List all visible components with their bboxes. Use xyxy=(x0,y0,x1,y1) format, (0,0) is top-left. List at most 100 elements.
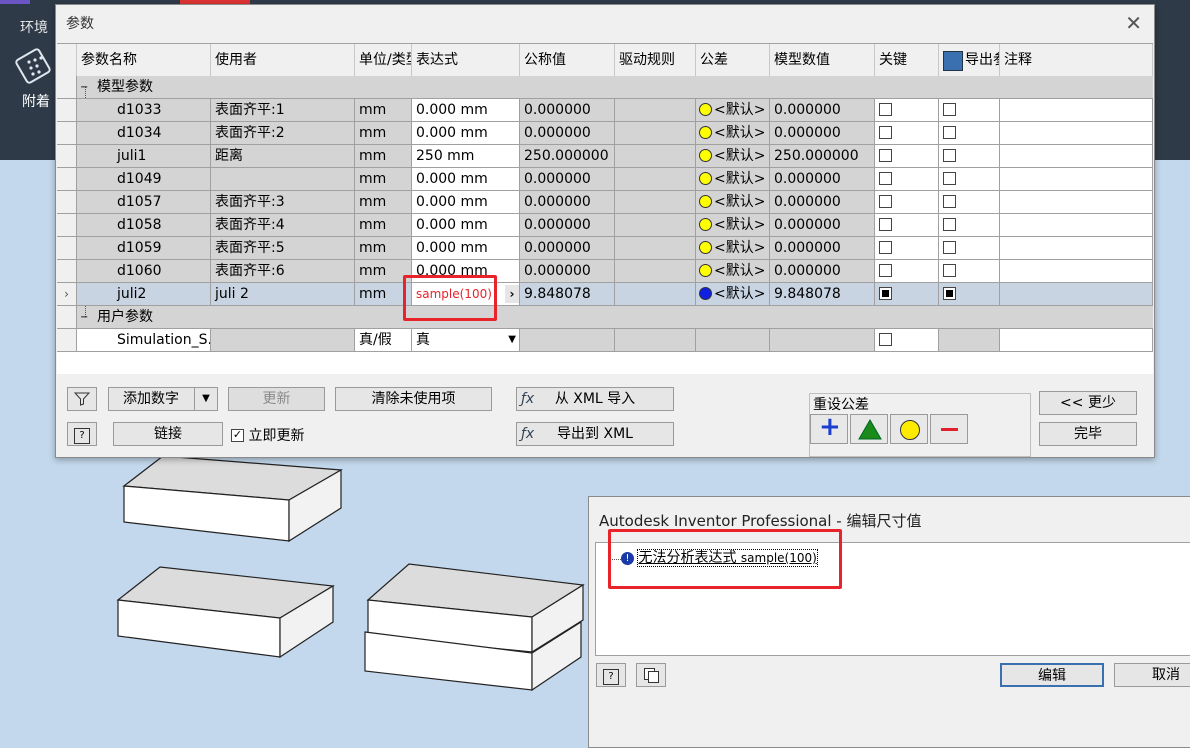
param-name[interactable]: d1033 xyxy=(77,99,211,121)
param-driving-rule[interactable] xyxy=(615,122,696,144)
param-model-value[interactable]: 0.000000 xyxy=(770,191,875,213)
param-export-checkbox[interactable] xyxy=(939,283,1000,305)
section-model-params[interactable]: − 模型参数 xyxy=(57,76,1153,99)
dropdown-arrow-icon[interactable]: ▼ xyxy=(194,388,217,410)
param-expression[interactable]: 0.000 mm xyxy=(412,237,520,259)
col-header-tolerance[interactable]: 公差 xyxy=(696,44,770,76)
table-row[interactable]: d1033 表面齐平:1 mm 0.000 mm 0.000000 <默认> 0… xyxy=(57,99,1153,122)
param-comment[interactable] xyxy=(1000,168,1153,190)
param-tolerance[interactable]: <默认> xyxy=(696,168,770,190)
error-help-button[interactable]: ? xyxy=(596,663,626,687)
param-comment[interactable] xyxy=(1000,99,1153,121)
copy-button[interactable] xyxy=(636,663,666,687)
param-export-checkbox[interactable] xyxy=(939,122,1000,144)
param-key-checkbox[interactable] xyxy=(875,99,939,121)
param-consumer[interactable]: 表面齐平:4 xyxy=(211,214,355,236)
update-button[interactable]: 更新 xyxy=(228,387,325,411)
param-key-checkbox[interactable] xyxy=(875,214,939,236)
export-xml-button[interactable]: ƒx 导出到 XML xyxy=(516,422,674,446)
col-header-name[interactable]: 参数名称 xyxy=(77,44,211,76)
table-row[interactable]: d1058 表面齐平:4 mm 0.000 mm 0.000000 <默认> 0… xyxy=(57,214,1153,237)
param-consumer[interactable]: 表面齐平:6 xyxy=(211,260,355,282)
param-model-value[interactable]: 250.000000 xyxy=(770,145,875,167)
param-comment[interactable] xyxy=(1000,329,1153,351)
param-driving-rule[interactable] xyxy=(615,329,696,351)
param-export-checkbox[interactable] xyxy=(939,168,1000,190)
param-driving-rule[interactable] xyxy=(615,260,696,282)
param-comment[interactable] xyxy=(1000,122,1153,144)
param-name[interactable]: juli2 xyxy=(77,283,211,305)
param-name[interactable]: d1049 xyxy=(77,168,211,190)
param-nominal[interactable]: 0.000000 xyxy=(520,191,615,213)
param-expression[interactable]: 0.000 mm xyxy=(412,168,520,190)
param-name[interactable]: d1058 xyxy=(77,214,211,236)
row-header[interactable] xyxy=(57,99,77,121)
done-button[interactable]: 完毕 xyxy=(1039,422,1137,446)
param-key-checkbox[interactable] xyxy=(875,191,939,213)
param-consumer[interactable]: juli 2 xyxy=(211,283,355,305)
col-header-export[interactable]: 导出参数 xyxy=(939,44,1000,76)
param-expression-select[interactable]: 真 ▼ xyxy=(412,329,520,351)
tolerance-upper-button[interactable]: + xyxy=(810,412,848,444)
tolerance-nominal-button[interactable] xyxy=(890,414,928,444)
param-expression[interactable]: 0.000 mm xyxy=(412,122,520,144)
param-tolerance[interactable]: <默认> xyxy=(696,145,770,167)
param-model-value[interactable] xyxy=(770,329,875,351)
param-expression[interactable]: 0.000 mm xyxy=(412,99,520,121)
param-key-checkbox[interactable] xyxy=(875,145,939,167)
add-number-button[interactable]: 添加数字 ▼ xyxy=(108,387,218,411)
param-name[interactable]: d1059 xyxy=(77,237,211,259)
table-row[interactable]: d1034 表面齐平:2 mm 0.000 mm 0.000000 <默认> 0… xyxy=(57,122,1153,145)
param-tolerance[interactable] xyxy=(696,329,770,351)
param-driving-rule[interactable] xyxy=(615,168,696,190)
cancel-button[interactable]: 取消 xyxy=(1114,663,1190,687)
table-row[interactable]: d1049 mm 0.000 mm 0.000000 <默认> 0.000000 xyxy=(57,168,1153,191)
param-driving-rule[interactable] xyxy=(615,145,696,167)
table-row[interactable]: juli1 距离 mm 250 mm 250.000000 <默认> 250.0… xyxy=(57,145,1153,168)
param-export-checkbox[interactable] xyxy=(939,99,1000,121)
param-consumer[interactable] xyxy=(211,329,355,351)
less-button[interactable]: << 更少 xyxy=(1039,391,1137,415)
param-consumer[interactable] xyxy=(211,168,355,190)
param-driving-rule[interactable] xyxy=(615,283,696,305)
param-comment[interactable] xyxy=(1000,191,1153,213)
row-header[interactable] xyxy=(57,214,77,236)
param-model-value[interactable]: 0.000000 xyxy=(770,168,875,190)
param-tolerance[interactable]: <默认> xyxy=(696,99,770,121)
param-nominal[interactable]: 0.000000 xyxy=(520,260,615,282)
row-header[interactable] xyxy=(57,306,77,328)
immediate-update-checkbox[interactable]: ✓ 立即更新 xyxy=(231,425,304,445)
param-expression[interactable]: 250 mm xyxy=(412,145,520,167)
param-expression[interactable]: 0.000 mm xyxy=(412,214,520,236)
param-name[interactable]: d1034 xyxy=(77,122,211,144)
param-nominal[interactable]: 250.000000 xyxy=(520,145,615,167)
param-key-checkbox[interactable] xyxy=(875,168,939,190)
table-row[interactable]: Simulation_S... 真/假 真 ▼ xyxy=(57,329,1153,352)
param-name[interactable]: d1057 xyxy=(77,191,211,213)
param-name[interactable]: d1060 xyxy=(77,260,211,282)
param-key-checkbox[interactable] xyxy=(875,260,939,282)
row-header[interactable] xyxy=(57,191,77,213)
import-xml-button[interactable]: ƒx 从 XML 导入 xyxy=(516,387,674,411)
param-consumer[interactable]: 表面齐平:5 xyxy=(211,237,355,259)
param-tolerance[interactable]: <默认> xyxy=(696,214,770,236)
param-key-checkbox[interactable] xyxy=(875,237,939,259)
param-name[interactable]: Simulation_S... xyxy=(77,329,211,351)
row-header[interactable] xyxy=(57,237,77,259)
param-key-checkbox[interactable] xyxy=(875,122,939,144)
link-button[interactable]: 链接 xyxy=(113,422,223,446)
param-driving-rule[interactable] xyxy=(615,191,696,213)
param-nominal[interactable]: 0.000000 xyxy=(520,99,615,121)
row-header[interactable]: › xyxy=(57,283,77,305)
param-nominal[interactable]: 0.000000 xyxy=(520,237,615,259)
param-unit[interactable]: mm xyxy=(355,191,412,213)
dropdown-arrow-icon[interactable]: ▼ xyxy=(508,329,516,351)
param-unit[interactable]: mm xyxy=(355,122,412,144)
row-header[interactable] xyxy=(57,122,77,144)
param-model-value[interactable]: 0.000000 xyxy=(770,214,875,236)
param-name[interactable]: juli1 xyxy=(77,145,211,167)
col-header-driving-rule[interactable]: 驱动规则 xyxy=(615,44,696,76)
param-consumer[interactable]: 距离 xyxy=(211,145,355,167)
param-model-value[interactable]: 9.848078 xyxy=(770,283,875,305)
param-model-value[interactable]: 0.000000 xyxy=(770,122,875,144)
